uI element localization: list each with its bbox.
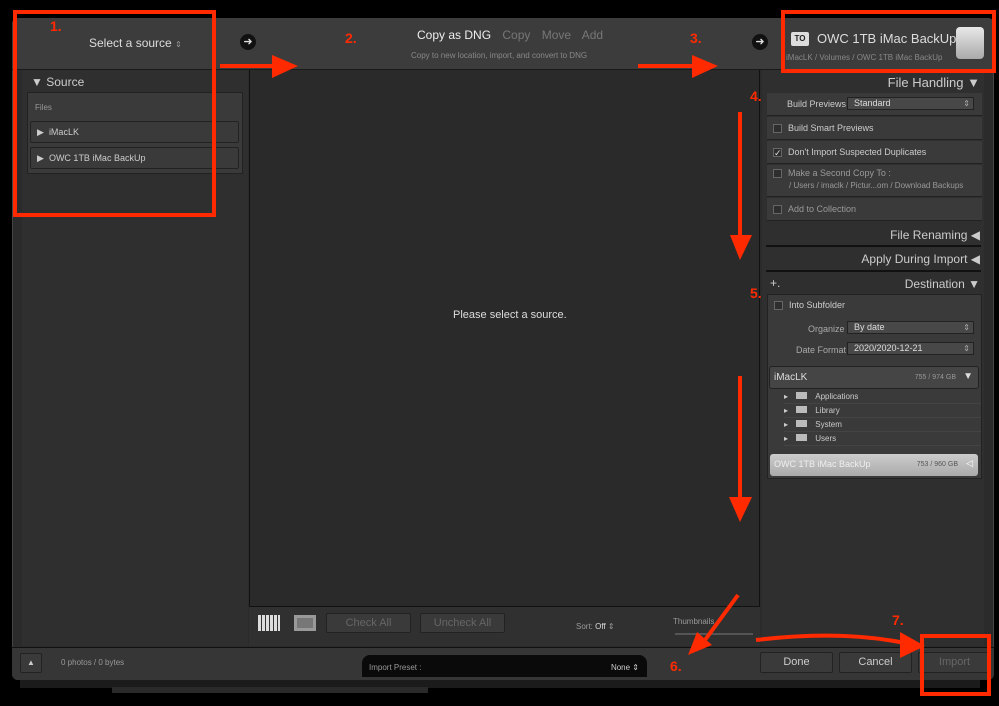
annotation-arrow-line (755, 633, 906, 645)
annotation-overlay (13, 10, 996, 696)
annotation-box-destination (781, 10, 996, 73)
annotation-arrow-line (703, 593, 740, 642)
annotation-box-import (920, 634, 991, 696)
annotation-arrowhead (730, 235, 752, 260)
annotation-step-5: 5. (750, 285, 762, 301)
annotation-step-7: 7. (892, 612, 904, 628)
annotation-arrowhead (272, 55, 298, 78)
annotation-step-4: 4. (750, 88, 762, 104)
annotation-step-3: 3. (690, 30, 702, 46)
annotation-arrowhead (729, 497, 752, 522)
annotation-arrowhead (692, 55, 718, 78)
annotation-box-source (13, 10, 216, 217)
annotation-step-2: 2. (345, 30, 357, 46)
annotation-step-1: 1. (50, 18, 62, 34)
annotation-step-6: 6. (670, 658, 682, 674)
